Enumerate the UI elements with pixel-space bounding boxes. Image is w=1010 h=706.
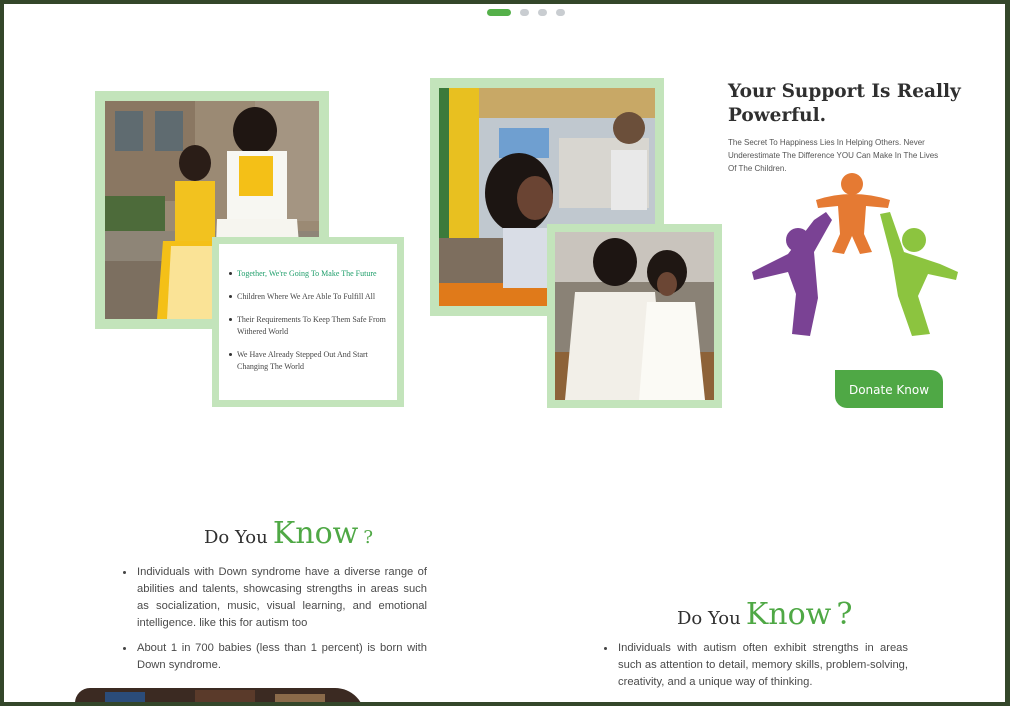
know-heading-prefix: Do You bbox=[677, 608, 741, 629]
feature-item-4: We Have Already Stepped Out And Start Ch… bbox=[229, 349, 389, 373]
know-heading-emphasis: Know bbox=[272, 516, 359, 551]
know-heading-suffix: ? bbox=[836, 597, 853, 632]
carousel-indicators bbox=[4, 6, 1005, 18]
support-title: Your Support Is Really Powerful. bbox=[728, 81, 961, 126]
children-photo-cropped bbox=[75, 688, 365, 702]
know-heading-emphasis: Know bbox=[745, 597, 832, 632]
photo-two-women-white bbox=[555, 232, 714, 400]
carousel-dot-3[interactable] bbox=[538, 9, 547, 16]
know-heading-left: Do You Know ? bbox=[204, 516, 373, 551]
feature-item-3: Their Requirements To Keep Them Safe Fro… bbox=[229, 314, 389, 338]
know-heading-suffix: ? bbox=[363, 527, 374, 548]
fact-item: About 1 in 700 babies (less than 1 perce… bbox=[123, 640, 427, 674]
know-heading-right: Do You Know ? bbox=[677, 597, 853, 632]
know-heading-prefix: Do You bbox=[204, 527, 268, 548]
feature-item-2: Children Where We Are Able To Fulfill Al… bbox=[229, 291, 389, 303]
donate-button[interactable]: Donate Know bbox=[835, 370, 943, 408]
feature-list: Together, We're Going To Make The Future… bbox=[229, 268, 389, 384]
carousel-dot-1[interactable] bbox=[487, 9, 511, 16]
feature-item-1: Together, We're Going To Make The Future bbox=[229, 268, 389, 280]
fact-item: Individuals with autism often exhibit st… bbox=[604, 640, 908, 691]
carousel-dot-4[interactable] bbox=[556, 9, 565, 16]
fact-item: Individuals with Down syndrome have a di… bbox=[123, 564, 427, 632]
people-logo-icon bbox=[748, 168, 958, 340]
page: Together, We're Going To Make The Future… bbox=[4, 4, 1005, 702]
carousel-dot-2[interactable] bbox=[520, 9, 529, 16]
feature-list-card: Together, We're Going To Make The Future… bbox=[212, 237, 404, 407]
down-syndrome-facts: Individuals with Down syndrome have a di… bbox=[123, 564, 427, 682]
autism-facts: Individuals with autism often exhibit st… bbox=[604, 640, 908, 699]
